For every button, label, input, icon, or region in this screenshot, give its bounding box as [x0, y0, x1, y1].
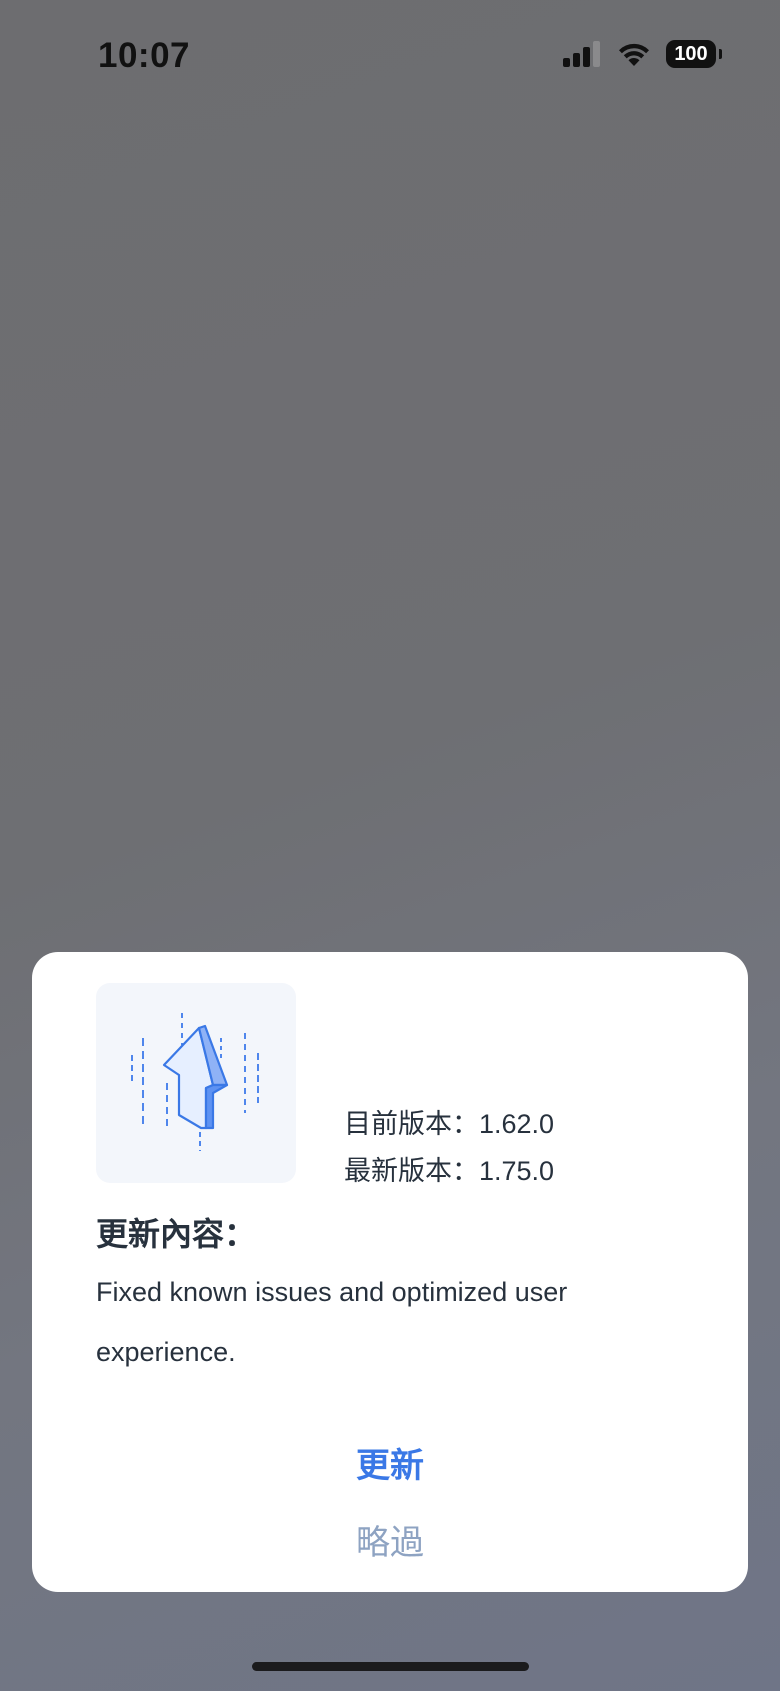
update-button[interactable]: 更新	[32, 1438, 748, 1487]
update-dialog: 目前版本：1.62.0 最新版本：1.75.0 更新內容： Fixed know…	[32, 952, 748, 1592]
update-content-title: 更新內容：	[96, 1216, 257, 1252]
battery-icon: 100	[666, 40, 722, 68]
latest-version-text: 最新版本：1.75.0	[344, 1156, 555, 1186]
status-bar: 10:07 100	[0, 0, 780, 110]
home-indicator[interactable]	[252, 1662, 529, 1671]
update-content-text: Fixed known issues and optimized user ex…	[96, 1277, 568, 1367]
wifi-icon	[619, 43, 649, 66]
cellular-signal-icon	[563, 41, 600, 67]
status-icons: 100	[562, 40, 722, 68]
status-time: 10:07	[98, 36, 191, 75]
skip-button[interactable]: 略過	[32, 1515, 748, 1564]
current-version-text: 目前版本：1.62.0	[344, 1109, 555, 1139]
upgrade-arrow-illustration	[96, 983, 296, 1183]
upgrade-arrow-icon	[131, 1013, 259, 1151]
